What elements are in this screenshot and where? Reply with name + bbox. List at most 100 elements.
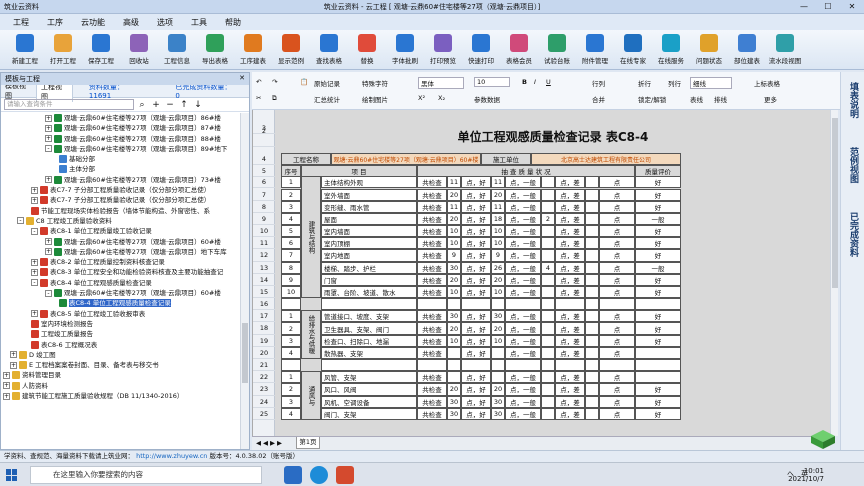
table-cell[interactable]: 点，一般 bbox=[505, 407, 541, 420]
table-cell[interactable]: 共检查 bbox=[417, 225, 447, 238]
tree-node[interactable]: 工程竣工质量报告 bbox=[1, 329, 241, 339]
table-cell[interactable]: 点，一般 bbox=[505, 188, 541, 201]
row-number[interactable]: 13 bbox=[253, 262, 275, 274]
row-number[interactable]: 24 bbox=[253, 396, 275, 408]
edge-browser-icon[interactable] bbox=[310, 466, 328, 484]
menu-item[interactable]: 工序 bbox=[38, 17, 72, 28]
table-cell[interactable]: 点，一般 bbox=[505, 371, 541, 384]
table-cell[interactable] bbox=[585, 285, 599, 299]
table-cell[interactable] bbox=[585, 212, 599, 226]
bold-button[interactable]: B bbox=[522, 78, 527, 86]
row-number[interactable]: 22 bbox=[253, 371, 275, 384]
table-cell[interactable]: 门窗 bbox=[321, 273, 417, 286]
table-cell[interactable]: 好 bbox=[635, 395, 681, 408]
table-cell[interactable] bbox=[541, 359, 555, 372]
table-cell[interactable]: 好 bbox=[635, 200, 681, 213]
table-cell[interactable]: 20 bbox=[491, 383, 505, 396]
side-tab-completed[interactable]: 已完成资料 bbox=[846, 212, 860, 257]
toolbar-button[interactable]: 问题状态 bbox=[690, 30, 728, 69]
table-cell[interactable]: 30 bbox=[491, 407, 505, 420]
row-number[interactable]: 17 bbox=[253, 310, 275, 323]
tree-node[interactable]: + 资料管理目录 bbox=[1, 370, 241, 380]
tree-node[interactable]: + E 工程档案案卷封面、目录、备考表与移交书 bbox=[1, 360, 241, 370]
table-cell[interactable]: 9 bbox=[281, 273, 301, 286]
more-button[interactable]: 更多 bbox=[764, 94, 777, 104]
row-number[interactable]: 21 bbox=[253, 359, 275, 372]
table-cell[interactable]: 共检查 bbox=[417, 395, 447, 408]
table-cell[interactable]: 室内墙面 bbox=[321, 225, 417, 238]
table-cell[interactable]: 11 bbox=[447, 176, 461, 189]
minimize-button[interactable]: — bbox=[792, 0, 816, 14]
tree-node[interactable]: + 表C8-5 单位工程竣工验收报审表 bbox=[1, 309, 241, 319]
table-cell[interactable]: 26 bbox=[491, 261, 505, 274]
tree-scrollbar[interactable] bbox=[240, 113, 249, 449]
table-cell[interactable]: 2 bbox=[541, 212, 555, 226]
table-cell[interactable] bbox=[541, 395, 555, 408]
table-cell[interactable]: 点 bbox=[599, 383, 635, 396]
expand-icon[interactable]: + bbox=[3, 392, 10, 400]
toolbar-button[interactable]: 保存工程 bbox=[82, 30, 120, 69]
table-cell[interactable]: 18 bbox=[491, 212, 505, 226]
arrow-down-icon[interactable]: ↓ bbox=[192, 100, 204, 110]
table-cell[interactable]: 点 bbox=[599, 407, 635, 420]
superscript-button[interactable]: X² bbox=[418, 94, 425, 102]
sheet-scrollbar[interactable] bbox=[830, 110, 838, 436]
table-cell[interactable]: 1 bbox=[281, 310, 301, 323]
table-cell[interactable]: 30 bbox=[447, 261, 461, 274]
table-cell[interactable]: 好 bbox=[635, 334, 681, 347]
tree-node[interactable]: + 表C8-3 单位工程安全和功能检验资料核查及主要功能抽查记 bbox=[1, 267, 241, 277]
table-cell[interactable]: 点，一般 bbox=[505, 285, 541, 299]
table-cell[interactable]: 30 bbox=[491, 395, 505, 408]
table-cell[interactable]: 点 bbox=[599, 395, 635, 408]
table-cell[interactable]: 点，一般 bbox=[505, 310, 541, 323]
table-cell[interactable]: 共检查 bbox=[417, 383, 447, 396]
windows-start-icon[interactable] bbox=[6, 469, 18, 481]
table-cell[interactable]: 30 bbox=[447, 407, 461, 420]
row-number[interactable]: 19 bbox=[253, 335, 275, 347]
table-cell[interactable]: 点，一般 bbox=[505, 237, 541, 250]
table-cell[interactable]: 点，差 bbox=[555, 371, 585, 384]
menu-item[interactable]: 工具 bbox=[182, 17, 216, 28]
table-cell[interactable] bbox=[585, 261, 599, 274]
table-cell[interactable] bbox=[491, 371, 505, 384]
toolbar-button[interactable]: 试验台账 bbox=[538, 30, 576, 69]
table-cell[interactable] bbox=[541, 285, 555, 299]
clock[interactable]: 10:01 2021/10/7 bbox=[788, 467, 824, 483]
row-number[interactable]: 11 bbox=[253, 237, 275, 250]
table-cell[interactable]: 一般 bbox=[635, 212, 681, 226]
expand-icon[interactable]: - bbox=[45, 289, 52, 297]
table-cell[interactable] bbox=[447, 298, 461, 311]
table-cell[interactable]: 点 bbox=[599, 322, 635, 335]
expand-icon[interactable]: + bbox=[45, 176, 52, 184]
undo-icon[interactable]: ↶ bbox=[256, 78, 261, 86]
helper-cube-icon[interactable] bbox=[808, 428, 838, 450]
table-cell[interactable] bbox=[321, 298, 417, 311]
group-plumbing[interactable]: 给排水与供暖 bbox=[301, 310, 321, 360]
table-cell[interactable]: 30 bbox=[447, 395, 461, 408]
search-icon[interactable]: ⌕ bbox=[136, 100, 148, 110]
row-number[interactable]: 9 bbox=[253, 213, 275, 226]
row-number[interactable]: 10 bbox=[253, 225, 275, 238]
expand-icon[interactable]: + bbox=[31, 258, 38, 266]
table-cell[interactable]: 点 bbox=[599, 176, 635, 189]
table-cell[interactable]: 共检查 bbox=[417, 212, 447, 226]
table-cell[interactable]: 10 bbox=[447, 334, 461, 347]
row-number[interactable]: 20 bbox=[253, 347, 275, 359]
table-cell[interactable]: 1 bbox=[281, 371, 301, 384]
table-cell[interactable]: 10 bbox=[491, 334, 505, 347]
table-cell[interactable]: 点 bbox=[599, 212, 635, 226]
row-number[interactable]: 3 bbox=[253, 122, 275, 134]
table-cell[interactable]: 共检查 bbox=[417, 273, 447, 286]
expand-icon[interactable]: + bbox=[10, 351, 17, 359]
table-cell[interactable]: 点 bbox=[599, 249, 635, 262]
rows-button[interactable]: 行列 bbox=[592, 78, 605, 88]
table-cell[interactable]: 共检查 bbox=[417, 334, 447, 347]
table-cell[interactable] bbox=[585, 176, 599, 189]
table-cell[interactable]: 共检查 bbox=[417, 200, 447, 213]
toolbar-button[interactable]: 导出表格 bbox=[196, 30, 234, 69]
expand-icon[interactable]: + bbox=[45, 114, 52, 122]
task-view-icon[interactable] bbox=[284, 466, 302, 484]
table-cell[interactable] bbox=[635, 298, 681, 311]
table-cell[interactable]: 点 bbox=[599, 200, 635, 213]
table-cell[interactable]: 点 bbox=[599, 310, 635, 323]
